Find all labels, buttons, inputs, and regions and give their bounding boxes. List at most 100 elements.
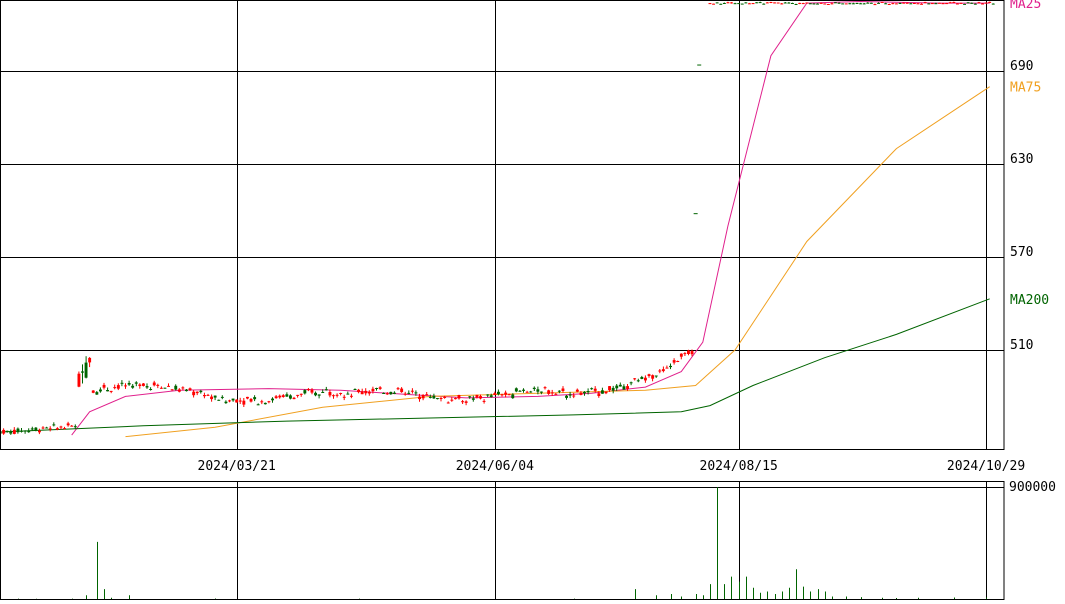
candle-body [59,426,63,428]
candle-body [23,430,27,432]
candle-body [665,367,669,369]
candle-body [55,428,59,430]
candle-body [5,430,9,432]
candle-body [185,389,188,392]
candle-body [819,2,823,4]
candle-body [916,3,920,5]
candle-body [479,396,482,399]
candle-body [794,4,798,5]
candle-body [70,425,74,427]
candle-body [493,393,497,395]
candle-body [608,386,611,391]
candle-body [633,378,637,380]
candle-body [773,2,776,4]
candle-body [120,382,124,384]
candle-body [367,391,371,394]
candle-body [687,350,690,354]
candle-body [163,387,167,389]
candle-body [73,426,77,428]
candle-body [393,392,396,394]
candle-body [708,3,712,5]
y-tick-label: 690 [1010,59,1033,74]
candle-body [156,384,160,386]
x-tick-label: 2024/03/21 [198,459,276,474]
candle-body [525,391,529,393]
candle-body [306,389,310,391]
candle-body [970,2,974,4]
candle-body [267,401,271,403]
candle-body [984,2,988,4]
candle-body [77,373,81,387]
candle-body [640,377,644,379]
candle-body [38,430,41,433]
candle-body [167,385,170,387]
stock-chart: 2024/03/21 2024/06/04 2024/08/15 2024/10/29… [0,0,1065,600]
candle-body [884,3,888,5]
candle-body [579,392,583,395]
candle-body [776,2,780,4]
candle-body [783,2,787,4]
candle-body [396,388,400,390]
candle-body [48,428,52,430]
candle-body [199,390,203,393]
candle-body [934,3,938,5]
candle-body [475,394,479,398]
candle-body [34,427,38,431]
candle-body [604,391,608,394]
candle-body [428,396,432,398]
candle-body [626,386,629,389]
candle-body [45,427,49,429]
candle-body [923,2,927,4]
candle-body [690,351,694,355]
candle-body [88,357,92,363]
y-tick-label: 510 [1010,338,1033,353]
candle-body [220,396,224,398]
candle-body [228,400,231,402]
candle-body [679,353,683,357]
candle-body [457,395,461,399]
candle-body [909,3,913,5]
candle-body [765,2,769,4]
candle-body [758,2,762,4]
candle-body [260,401,264,403]
legend-ma200: MA200 [1010,293,1049,308]
candle-body [231,398,235,401]
candle-body [618,384,622,387]
candle-body [360,391,364,395]
candle-body [335,394,339,396]
candle-body [310,389,314,393]
candle-body [278,395,282,398]
candle-body [116,385,120,389]
candle-body [848,3,852,5]
candle-body [400,388,404,393]
candle-body [138,384,142,386]
candle-body [547,390,551,394]
candle-body [522,389,525,391]
candle-body [920,3,923,5]
candle-body [468,396,472,398]
candle-body [844,3,848,5]
candle-body [16,428,20,433]
candle-body [532,387,536,389]
candle-body [342,396,346,398]
candle-body [712,3,715,5]
candle-body [432,395,436,399]
candle-body [2,429,6,434]
candle-body [314,392,317,396]
candle-body [403,393,407,395]
candle-body [988,1,992,3]
candle-body [622,386,626,390]
candle-body [375,388,378,389]
candle-body [941,3,945,5]
candle-body [224,401,228,404]
candle-body [217,399,221,401]
candle-body [601,390,604,394]
candle-body [593,388,597,391]
candle-body [446,402,450,404]
candle-body [841,3,845,5]
x-tick-label: 2024/10/29 [947,459,1025,474]
candle-body [127,383,131,385]
candle-body [905,2,909,4]
candle-body [102,384,106,388]
candle-body [500,394,504,396]
